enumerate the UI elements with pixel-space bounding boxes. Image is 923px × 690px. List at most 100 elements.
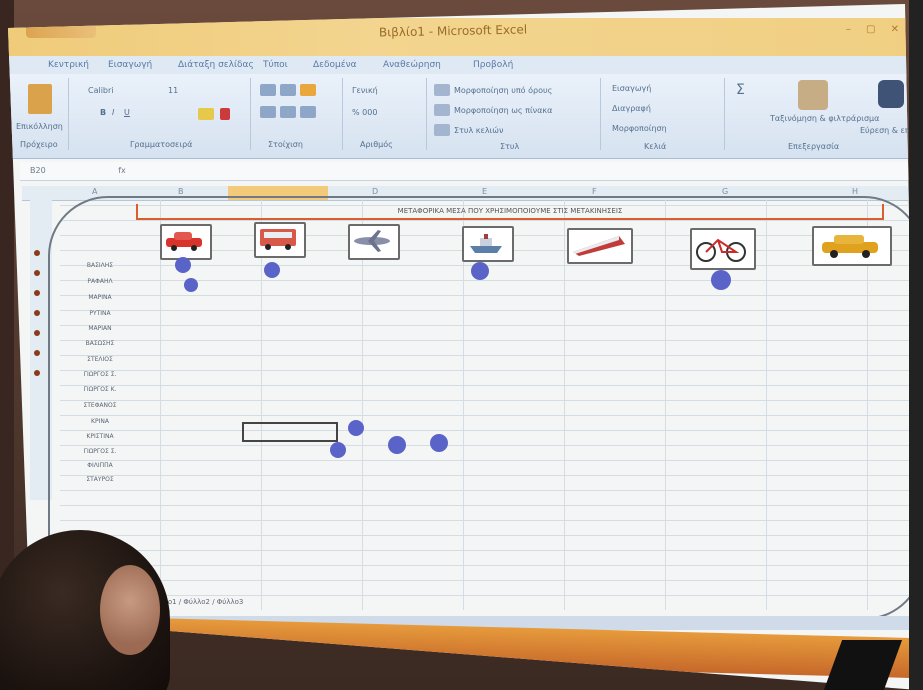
align-top-icon[interactable] <box>260 84 276 96</box>
cell-styles-button[interactable]: Στυλ κελιών <box>454 126 503 135</box>
board-button[interactable] <box>34 290 40 296</box>
align-center-icon[interactable] <box>280 106 296 118</box>
column-header-b[interactable]: B <box>178 187 184 196</box>
board-button[interactable] <box>34 350 40 356</box>
answer-dot[interactable] <box>430 434 448 452</box>
name-cell[interactable]: ΦΙΛΙΠΠΑ <box>70 462 130 469</box>
train-icon[interactable] <box>567 228 633 264</box>
sort-filter-icon[interactable] <box>798 80 828 110</box>
autosum-icon[interactable]: Σ <box>736 82 745 98</box>
board-button[interactable] <box>34 250 40 256</box>
ship-icon[interactable] <box>462 226 514 262</box>
sheet-tabs[interactable]: Φύλλο1 / Φύλλο2 / Φύλλο3 <box>150 598 550 612</box>
fx-icon[interactable]: fx <box>118 166 126 175</box>
board-button[interactable] <box>34 310 40 316</box>
column-header-g[interactable]: G <box>722 187 728 196</box>
font-name-select[interactable]: Calibri <box>88 86 114 95</box>
cell-styles-icon[interactable] <box>434 124 450 136</box>
number-format-select[interactable]: Γενική <box>352 86 378 95</box>
answer-dot[interactable] <box>184 278 198 292</box>
format-table-button[interactable]: Μορφοποίηση ως πίνακα <box>454 106 552 115</box>
paste-label: Επικόλληση <box>16 122 63 131</box>
name-cell[interactable]: ΡΑΦΑΗΛ <box>70 278 130 285</box>
tab-page-layout[interactable]: Διάταξη σελίδας <box>178 60 254 70</box>
name-cell[interactable]: ΒΑΣΩΣΗΣ <box>70 340 130 347</box>
window-title: Βιβλίο1 - Microsoft Excel <box>378 22 528 40</box>
answer-dot[interactable] <box>471 262 489 280</box>
photo: Βιβλίο1 - Microsoft Excel – ▢ ✕ Κεντρική… <box>0 0 923 690</box>
tab-insert[interactable]: Εισαγωγή <box>108 60 152 70</box>
format-table-icon[interactable] <box>434 104 450 116</box>
taxi-icon[interactable] <box>812 226 892 266</box>
group-label-font: Γραμματοσειρά <box>130 140 193 149</box>
sort-filter-button[interactable]: Ταξινόμηση & φιλτράρισμα <box>770 114 879 123</box>
answer-dot[interactable] <box>711 270 731 290</box>
delete-cells-button[interactable]: Διαγραφή <box>612 104 651 113</box>
font-size-select[interactable]: 11 <box>168 86 178 95</box>
name-cell[interactable]: ΜΑΡΙΑΝ <box>70 325 130 332</box>
name-cell[interactable]: ΡΥΤΙΝΑ <box>70 310 130 317</box>
car-icon[interactable] <box>160 224 212 260</box>
board-button[interactable] <box>34 330 40 336</box>
italic-icon[interactable]: I <box>112 108 114 117</box>
name-cell[interactable]: ΜΑΡΙΝΑ <box>70 294 130 301</box>
binoculars-icon[interactable] <box>878 80 904 108</box>
board-frame-right <box>909 0 923 690</box>
tab-review[interactable]: Αναθεώρηση <box>383 60 441 70</box>
wrap-text-icon[interactable] <box>300 84 316 96</box>
group-editing: Σ Ταξινόμηση & φιλτράρισμα Εύρεση & επιλ… <box>728 78 918 151</box>
font-color-icon[interactable] <box>220 108 230 120</box>
column-header-e[interactable]: E <box>482 187 487 196</box>
formula-bar <box>20 162 918 181</box>
name-cell[interactable]: ΚΡΙΣΤΙΝΑ <box>70 433 130 440</box>
answer-dot[interactable] <box>388 436 406 454</box>
answer-dot[interactable] <box>348 420 364 436</box>
quick-access-toolbar[interactable] <box>26 24 96 38</box>
name-cell[interactable]: ΓΙΩΡΓΟΣ Κ. <box>70 386 130 393</box>
fill-color-icon[interactable] <box>198 108 214 120</box>
group-alignment: Στοίχιση <box>254 78 343 150</box>
column-header-h[interactable]: H <box>852 187 858 196</box>
board-button[interactable] <box>34 370 40 376</box>
airplane-icon[interactable] <box>348 224 400 260</box>
name-cell[interactable]: ΣΤΕΛΙΟΣ <box>70 356 130 363</box>
insert-cells-button[interactable]: Εισαγωγή <box>612 84 651 93</box>
window-controls[interactable]: – ▢ ✕ <box>846 24 905 35</box>
align-middle-icon[interactable] <box>280 84 296 96</box>
conditional-format-icon[interactable] <box>434 84 450 96</box>
name-cell[interactable]: ΣΤΕΦΑΝΟΣ <box>70 402 130 409</box>
percent-icon[interactable]: % 000 <box>352 108 377 117</box>
format-cells-button[interactable]: Μορφοποίηση <box>612 124 667 133</box>
name-cell[interactable]: ΚΡΙΝΑ <box>70 418 130 425</box>
column-header-a[interactable]: A <box>92 187 97 196</box>
answer-dot[interactable] <box>175 257 191 273</box>
column-header-f[interactable]: F <box>592 187 597 196</box>
bus-icon[interactable] <box>254 222 306 258</box>
board-controls <box>30 250 44 400</box>
tab-view[interactable]: Προβολή <box>473 60 513 70</box>
tab-data[interactable]: Δεδομένα <box>313 60 357 70</box>
paste-icon[interactable] <box>28 84 52 114</box>
ribbon: Επικόλληση Πρόχειρο Calibri 11 B I U Γρα… <box>10 74 918 159</box>
name-cell[interactable]: ΒΑΣΙΛΗΣ <box>70 262 130 269</box>
name-box[interactable]: B20 fx <box>30 166 140 178</box>
underline-icon[interactable]: U <box>124 108 130 117</box>
bicycle-icon[interactable] <box>690 228 756 270</box>
column-header-d[interactable]: D <box>372 187 378 196</box>
answer-dot[interactable] <box>330 442 346 458</box>
group-styles: Μορφοποίηση υπό όρους Μορφοποίηση ως πίν… <box>430 78 601 151</box>
align-left-icon[interactable] <box>260 106 276 118</box>
child-face <box>100 565 160 655</box>
name-cell[interactable]: ΓΙΩΡΓΟΣ Σ. <box>70 371 130 378</box>
selected-cell[interactable] <box>242 422 338 442</box>
tab-home[interactable]: Κεντρική <box>48 60 89 70</box>
board-button[interactable] <box>34 270 40 276</box>
group-label-alignment: Στοίχιση <box>268 140 303 149</box>
name-cell[interactable]: ΣΤΑΥΡΟΣ <box>70 476 130 483</box>
name-cell[interactable]: ΓΙΩΡΓΟΣ Σ. <box>70 448 130 455</box>
tab-formulas[interactable]: Τύποι <box>263 60 288 70</box>
answer-dot[interactable] <box>264 262 280 278</box>
merge-icon[interactable] <box>300 106 316 118</box>
bold-icon[interactable]: B <box>100 108 106 117</box>
conditional-format-button[interactable]: Μορφοποίηση υπό όρους <box>454 86 552 95</box>
